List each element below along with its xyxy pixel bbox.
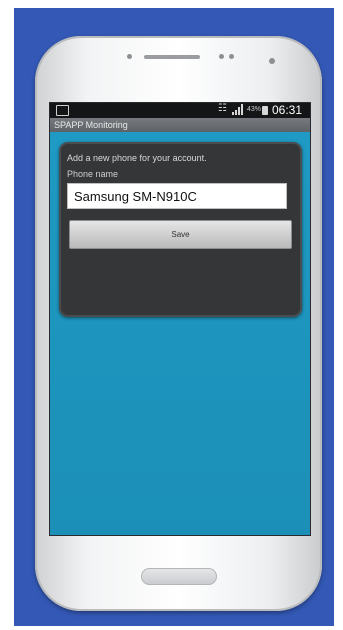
battery-icon [262, 106, 268, 115]
status-bar: ☷ 43% 06:31 [50, 103, 310, 118]
home-button[interactable] [141, 568, 217, 585]
notification-icon [56, 105, 69, 116]
dialog-message: Add a new phone for your account. [67, 153, 207, 163]
wifi-icon: ☷ [218, 103, 227, 114]
sensor-icon [229, 54, 234, 59]
front-camera-lens-icon [269, 58, 275, 64]
phone-name-input[interactable] [67, 183, 287, 209]
clock: 06:31 [272, 103, 303, 117]
earpiece-speaker [144, 55, 200, 59]
front-camera-icon [127, 54, 132, 59]
save-button[interactable]: Save [69, 220, 292, 249]
phone-frame: ☷ 43% 06:31 SPAPP Monitoring Add a new p… [35, 36, 322, 611]
sensor-icon [219, 54, 224, 59]
battery-percent: 43% [247, 106, 262, 113]
main-content: Add a new phone for your account. Phone … [50, 132, 310, 535]
app-title: SPAPP Monitoring [50, 118, 310, 132]
phone-name-label: Phone name [67, 169, 119, 179]
add-phone-dialog: Add a new phone for your account. Phone … [59, 142, 302, 317]
phone-screen: ☷ 43% 06:31 SPAPP Monitoring Add a new p… [49, 102, 311, 536]
signal-icon [232, 104, 244, 116]
